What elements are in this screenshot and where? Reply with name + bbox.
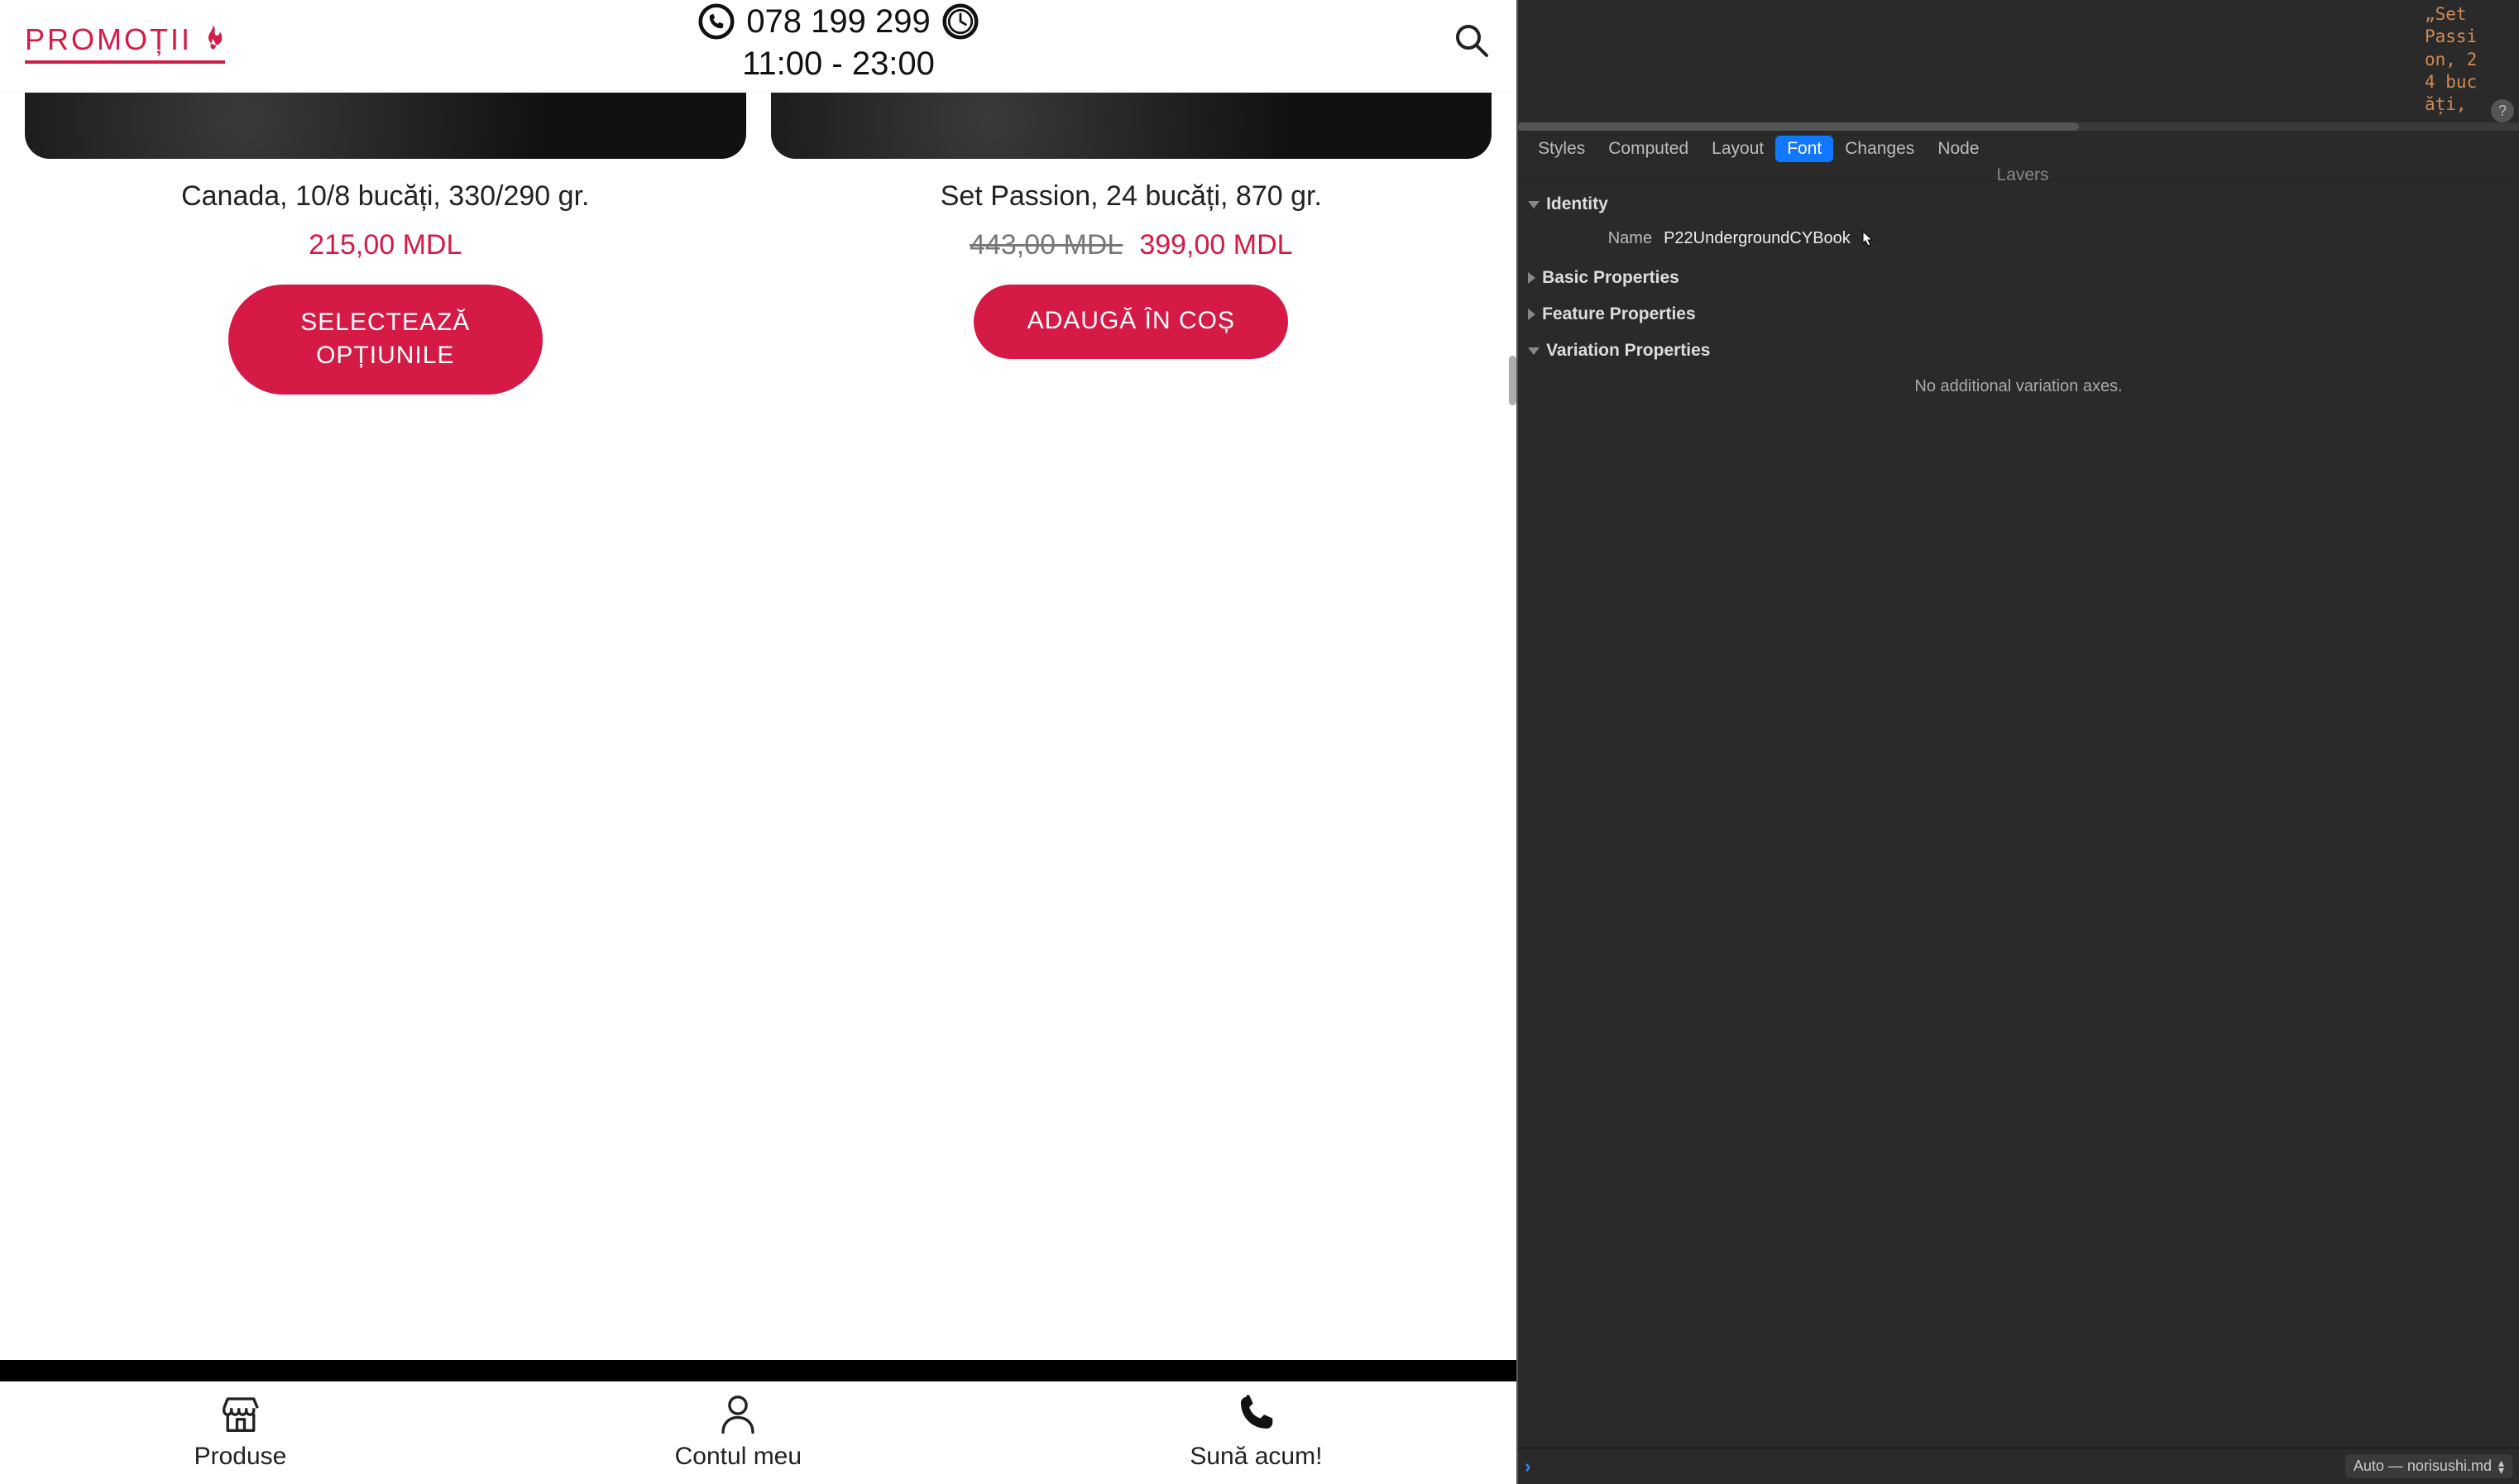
- header-hours: 11:00 - 23:00: [698, 45, 978, 83]
- console-prompt-icon[interactable]: ›: [1525, 1456, 1530, 1477]
- console-context-selector[interactable]: Auto — norisushi.md ▴▾: [2345, 1454, 2512, 1478]
- clock-icon: [942, 3, 979, 40]
- product-image[interactable]: [771, 93, 1492, 159]
- devtools-console-bar: › Auto — norisushi.md ▴▾: [1518, 1448, 2519, 1484]
- tab-layout[interactable]: Layout: [1700, 136, 1775, 162]
- devtools-sidebar-tabs: Styles Computed Layout Font Changes Node…: [1518, 131, 2519, 181]
- tab-node[interactable]: Node: [1926, 136, 1990, 162]
- tab-computed[interactable]: Computed: [1597, 136, 1700, 162]
- product-title[interactable]: Canada, 10/8 bucăți, 330/290 gr.: [181, 179, 589, 214]
- section-identity[interactable]: Identity: [1525, 186, 2512, 223]
- nav-produse[interactable]: Produse: [194, 1391, 287, 1471]
- section-variation-properties[interactable]: Variation Properties: [1525, 333, 2512, 369]
- site-header: PROMOȚII 078 199 299 11:00 - 23:00: [0, 0, 1516, 93]
- chevron-right-icon: [1528, 272, 1535, 284]
- select-options-button[interactable]: SELECTEAZĂ OPȚIUNILE: [228, 285, 543, 395]
- product-old-price: 443,00 MDL: [970, 229, 1123, 261]
- search-icon: [1452, 21, 1492, 60]
- tab-font[interactable]: Font: [1775, 136, 1833, 162]
- tab-changes[interactable]: Changes: [1833, 136, 1926, 162]
- user-icon: [716, 1391, 760, 1436]
- devtools-dom-preview[interactable]: „Set Passion, 24 bucăți, ?: [1518, 0, 2519, 131]
- website-viewport: PROMOȚII 078 199 299 11:00 - 23:00: [0, 0, 1516, 1484]
- nav-suna-acum[interactable]: Sună acum!: [1190, 1391, 1322, 1471]
- font-panel: Identity Name P22UndergroundCYBook Basic…: [1518, 181, 2519, 1448]
- flame-icon: [200, 25, 225, 55]
- product-title[interactable]: Set Passion, 24 bucăți, 870 gr.: [941, 179, 1322, 214]
- identity-name-value[interactable]: P22UndergroundCYBook: [1664, 229, 1851, 248]
- product-card: Set Passion, 24 bucăți, 870 gr. 443,00 M…: [771, 93, 1492, 395]
- product-price: 399,00 MDL: [1139, 229, 1292, 261]
- phone-ring-icon: [698, 3, 735, 40]
- chevron-down-icon: [1528, 347, 1540, 355]
- chevron-right-icon: [1528, 309, 1535, 320]
- section-feature-properties[interactable]: Feature Properties: [1525, 296, 2512, 333]
- header-contact: 078 199 299 11:00 - 23:00: [698, 3, 978, 83]
- nav-promo-label: PROMOȚII: [25, 22, 192, 57]
- help-icon[interactable]: ?: [2491, 99, 2514, 122]
- header-phone-row: 078 199 299: [698, 3, 978, 41]
- section-identity-label: Identity: [1546, 194, 1608, 214]
- section-basic-label: Basic Properties: [1542, 268, 1679, 288]
- nav-contul-meu[interactable]: Contul meu: [675, 1391, 802, 1471]
- product-price-row: 443,00 MDL 399,00 MDL: [970, 229, 1292, 261]
- product-price: 215,00 MDL: [309, 229, 462, 261]
- header-phone-number[interactable]: 078 199 299: [746, 3, 930, 41]
- chevron-down-icon: [1528, 201, 1540, 208]
- section-basic-properties[interactable]: Basic Properties: [1525, 260, 2512, 296]
- product-image[interactable]: [25, 93, 746, 159]
- devtools-panel: „Set Passion, 24 bucăți, ? Styles Comput…: [1516, 0, 2519, 1484]
- nav-suna-label: Sună acum!: [1190, 1443, 1322, 1471]
- console-context-label: Auto — norisushi.md: [2354, 1458, 2492, 1475]
- product-card: Canada, 10/8 bucăți, 330/290 gr. 215,00 …: [25, 93, 746, 395]
- bottom-nav: Produse Contul meu Sună acum!: [0, 1381, 1516, 1484]
- nav-produse-label: Produse: [194, 1443, 287, 1471]
- identity-name-row: Name P22UndergroundCYBook: [1525, 223, 2512, 260]
- identity-name-label: Name: [1528, 229, 1652, 248]
- variation-empty-note: No additional variation axes.: [1525, 369, 2512, 405]
- mouse-cursor-icon: [1862, 231, 1874, 247]
- product-price-row: 215,00 MDL: [309, 229, 462, 261]
- products-row: Canada, 10/8 bucăți, 330/290 gr. 215,00 …: [0, 93, 1516, 395]
- store-icon: [218, 1391, 263, 1436]
- chevron-updown-icon: ▴▾: [2498, 1459, 2504, 1473]
- phone-icon: [1233, 1391, 1278, 1436]
- add-to-cart-button[interactable]: ADAUGĂ ÎN COȘ: [974, 285, 1288, 359]
- viewport-scrollbar[interactable]: [1509, 356, 1516, 405]
- tab-styles[interactable]: Styles: [1526, 136, 1597, 162]
- nav-contul-label: Contul meu: [675, 1443, 802, 1471]
- footer-strip: [0, 1360, 1516, 1381]
- section-feature-label: Feature Properties: [1542, 304, 1696, 324]
- dom-preview-scrollbar[interactable]: [1518, 122, 2519, 131]
- dom-text-node[interactable]: „Set Passion, 24 bucăți,: [2425, 3, 2484, 116]
- search-button[interactable]: [1452, 21, 1492, 65]
- nav-promo-link[interactable]: PROMOȚII: [25, 22, 225, 64]
- tab-layers-overflow[interactable]: Layers: [1526, 162, 2519, 180]
- section-variation-label: Variation Properties: [1546, 341, 1710, 361]
